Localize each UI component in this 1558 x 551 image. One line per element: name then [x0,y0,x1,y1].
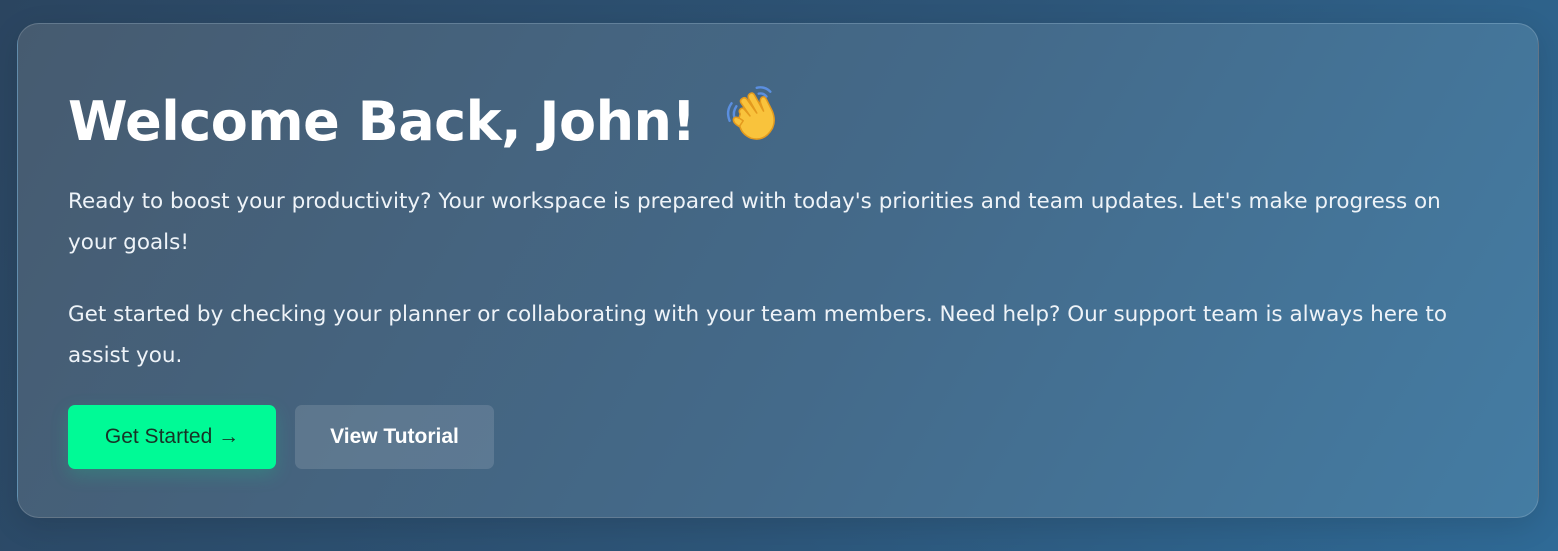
waving-hand-icon [718,82,780,157]
view-tutorial-button[interactable]: View Tutorial [295,405,494,469]
get-started-button[interactable]: Get Started → [68,405,276,469]
welcome-title: Welcome Back, John! [68,90,696,153]
intro-paragraph: Ready to boost your productivity? Your w… [68,189,1441,255]
welcome-card: Welcome Back, John! Ready to boost your … [17,23,1539,518]
help-paragraph: Get started by checking your planner or … [68,302,1447,368]
welcome-heading: Welcome Back, John! [68,82,780,157]
